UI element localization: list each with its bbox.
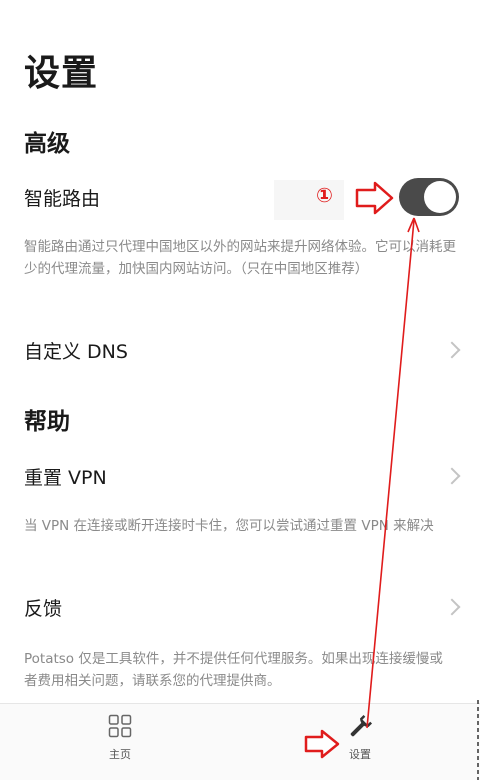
custom-dns-row[interactable]: 自定义 DNS [0, 325, 480, 375]
reset-vpn-row[interactable]: 重置 VPN [0, 451, 480, 501]
page-title: 设置 [24, 53, 99, 94]
grid-icon [108, 714, 132, 738]
bottom-tab-bar: 主页 设置 [0, 703, 480, 780]
toggle-highlight [274, 180, 344, 220]
wrench-icon [350, 714, 373, 737]
tab-settings[interactable]: 设置 [240, 704, 480, 780]
toggle-knob [424, 181, 456, 213]
tab-settings-label: 设置 [349, 748, 371, 761]
chevron-right-icon [443, 341, 461, 359]
feedback-row[interactable]: 反馈 [0, 582, 480, 632]
smart-route-label: 智能路由 [24, 187, 101, 210]
tab-home[interactable]: 主页 [0, 704, 240, 780]
reset-vpn-description: 当 VPN 在连接或断开连接时卡住，您可以尝试通过重置 VPN 来解决 [24, 518, 434, 534]
feedback-description: Potatso 仅是工具软件，并不提供任何代理服务。如果出现连接缓慢或者费用相关… [24, 651, 443, 689]
smart-route-description: 智能路由通过只代理中国地区以外的网站来提升网络体验。它可以消耗更少的代理流量，加… [24, 239, 456, 277]
feedback-label: 反馈 [24, 597, 63, 620]
scroll-indicator [476, 700, 480, 780]
tab-home-label: 主页 [109, 748, 131, 761]
chevron-right-icon [443, 467, 461, 485]
chevron-right-icon [443, 598, 461, 616]
settings-page: 设置 高级 智能路由 智能路由通过只代理中国地区以外的网站来提升网络体验。它可以… [0, 0, 480, 780]
smart-route-toggle[interactable] [399, 178, 459, 216]
custom-dns-label: 自定义 DNS [24, 340, 128, 363]
step-marker: ① [316, 183, 333, 207]
reset-vpn-label: 重置 VPN [24, 466, 107, 489]
section-heading-help: 帮助 [24, 409, 70, 435]
section-heading-advanced: 高级 [24, 131, 70, 157]
